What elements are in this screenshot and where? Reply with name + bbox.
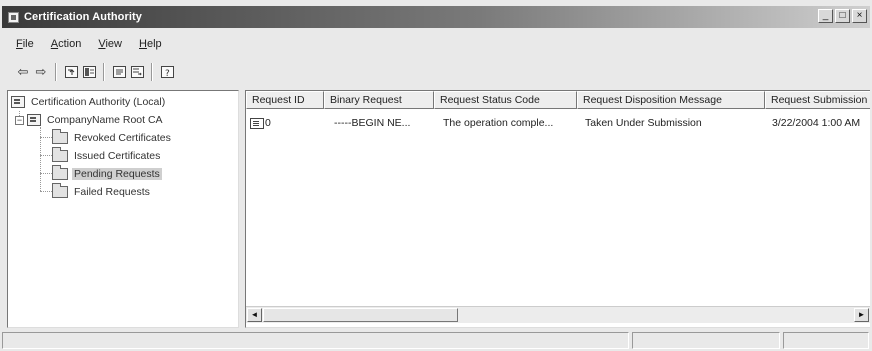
help-icon: ? — [160, 66, 174, 78]
list-header: Request ID Binary Request Request Status… — [246, 91, 870, 109]
certification-authority-icon — [11, 96, 25, 108]
column-binary-request[interactable]: Binary Request — [324, 91, 434, 109]
scroll-left-button[interactable]: ◄ — [247, 308, 262, 322]
tree-connector — [40, 173, 52, 174]
show-hide-tree-button[interactable] — [80, 63, 98, 81]
cell-submission-date: 3/22/2004 1:00 AM — [772, 117, 861, 129]
folder-icon — [52, 165, 68, 180]
app-icon — [8, 11, 19, 23]
menu-bar: File Action View Help — [16, 38, 162, 54]
cell-status-code: The operation comple... — [443, 117, 554, 129]
tree-item-issued[interactable]: Issued Certificates — [52, 147, 162, 164]
tree-item-label: Failed Requests — [74, 186, 150, 198]
folder-icon — [52, 129, 68, 144]
ca-server-icon — [27, 114, 41, 126]
tree-item-ca[interactable]: − CompanyName Root CA — [15, 112, 165, 128]
tree-item-label: Revoked Certificates — [74, 132, 171, 144]
results-pane: Request ID Binary Request Request Status… — [245, 90, 870, 328]
tree-item-label: Pending Requests — [72, 168, 162, 180]
title-bar[interactable]: Certification Authority _ □ × — [2, 6, 870, 28]
menu-view[interactable]: View — [98, 38, 122, 54]
tree-item-root[interactable]: Certification Authority (Local) — [11, 94, 167, 110]
tree-item-label: Certification Authority (Local) — [31, 96, 166, 108]
minimize-button[interactable]: _ — [818, 9, 833, 23]
scroll-right-button[interactable]: ► — [854, 308, 869, 322]
folder-up-icon — [64, 66, 78, 78]
maximize-button[interactable]: □ — [835, 9, 850, 23]
console-tree[interactable]: Certification Authority (Local) − Compan… — [7, 90, 239, 328]
help-button[interactable]: ? — [158, 63, 176, 81]
export-list-icon — [130, 66, 144, 78]
tree-item-failed[interactable]: Failed Requests — [52, 183, 152, 200]
close-button[interactable]: × — [852, 9, 867, 23]
toolbar-separator — [151, 63, 153, 81]
cell-request-id: 0 — [246, 117, 324, 129]
console-tree-icon — [82, 66, 96, 78]
column-disposition-message[interactable]: Request Disposition Message — [577, 91, 765, 109]
properties-icon — [112, 66, 126, 78]
status-bar — [0, 330, 872, 351]
menu-file[interactable]: File — [16, 38, 34, 54]
menu-action[interactable]: Action — [51, 38, 82, 54]
column-request-id[interactable]: Request ID — [246, 91, 324, 109]
toolbar-separator — [103, 63, 105, 81]
table-row[interactable]: 0 -----BEGIN NE... The operation comple.… — [246, 115, 870, 131]
forward-button[interactable]: ⇨ — [32, 63, 50, 81]
folder-icon — [52, 147, 68, 162]
tree-item-label: Issued Certificates — [74, 150, 161, 162]
tree-item-label: CompanyName Root CA — [47, 114, 163, 126]
properties-button[interactable] — [110, 63, 128, 81]
cell-binary-request: -----BEGIN NE... — [334, 117, 411, 129]
request-icon — [250, 117, 264, 129]
svg-text:?: ? — [165, 69, 170, 77]
up-level-button[interactable] — [62, 63, 80, 81]
tree-item-pending[interactable]: Pending Requests — [52, 165, 162, 182]
back-button[interactable]: ⇦ — [14, 63, 32, 81]
toolbar: ⇦ ⇨ ? — [14, 62, 176, 82]
status-panel-main — [2, 332, 630, 349]
window-controls: _ □ × — [818, 9, 867, 23]
cell-disposition: Taken Under Submission — [585, 117, 702, 129]
collapse-icon[interactable]: − — [15, 115, 24, 125]
horizontal-scrollbar[interactable]: ◄ ► — [246, 306, 870, 323]
back-arrow-icon: ⇦ — [17, 64, 29, 79]
status-panel-3 — [783, 332, 869, 349]
toolbar-separator — [55, 63, 57, 81]
tree-connector — [40, 137, 52, 138]
menu-help[interactable]: Help — [139, 38, 162, 54]
column-status-code[interactable]: Request Status Code — [434, 91, 577, 109]
forward-arrow-icon: ⇨ — [35, 64, 47, 79]
column-submission-date[interactable]: Request Submission Date — [765, 91, 870, 109]
tree-connector — [40, 191, 52, 192]
folder-icon — [52, 183, 68, 198]
export-list-button[interactable] — [128, 63, 146, 81]
scroll-thumb[interactable] — [263, 308, 458, 322]
window-title: Certification Authority — [24, 11, 143, 23]
tree-item-revoked[interactable]: Revoked Certificates — [52, 129, 173, 146]
tree-connector — [40, 155, 52, 156]
status-panel-2 — [632, 332, 781, 349]
